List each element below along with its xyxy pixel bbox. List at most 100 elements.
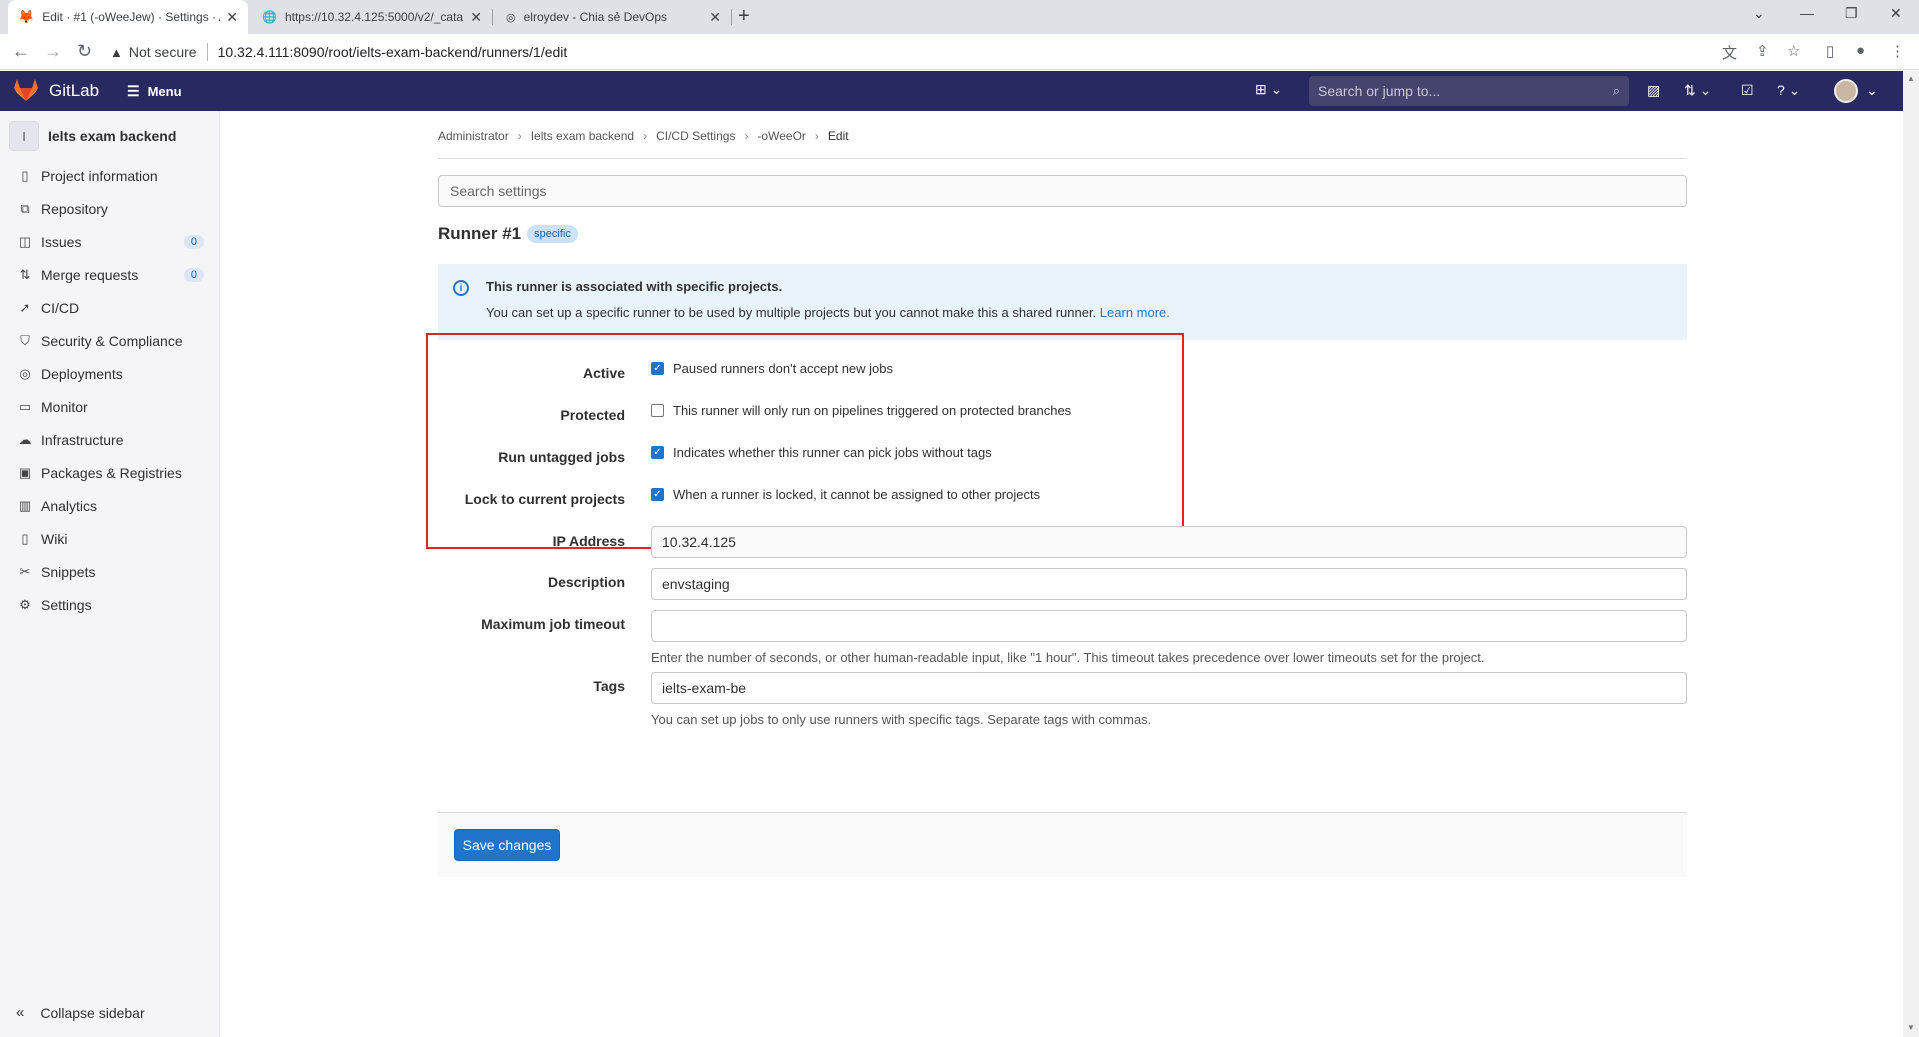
close-window-icon[interactable]: ✕ — [1890, 5, 1902, 22]
description-field[interactable]: envstaging — [651, 568, 1687, 600]
merge-requests-header-icon[interactable]: ⇅ ⌄ — [1684, 82, 1711, 99]
tags-help: You can set up jobs to only use runners … — [651, 712, 1152, 727]
sidebar-item-label: Security & Compliance — [41, 332, 183, 349]
side-panel-icon[interactable]: ▯ — [1826, 42, 1834, 60]
sidebar-item-label: Project information — [41, 167, 158, 184]
issues-icon: ◫ — [18, 233, 32, 249]
breadcrumb-item[interactable]: -oWeeOr — [757, 129, 805, 143]
sidebar-item-merge-requests[interactable]: ⇅ Merge requests 0 — [0, 258, 219, 291]
search-settings-input[interactable]: Search settings — [438, 175, 1687, 207]
breadcrumb-chevron-icon: › — [517, 129, 522, 143]
close-tab-icon[interactable]: ✕ — [226, 9, 238, 26]
breadcrumb-current: Edit — [827, 129, 849, 143]
breadcrumb-item[interactable]: Administrator — [438, 129, 509, 143]
tab-search-chevron-icon[interactable]: ⌄ — [1753, 5, 1765, 22]
new-dropdown-icon[interactable]: ⊞ ⌄ — [1255, 81, 1282, 98]
breadcrumb: Administrator › Ielts exam backend › CI/… — [438, 129, 849, 143]
tags-field[interactable]: ielts-exam-be — [651, 672, 1687, 704]
reload-icon[interactable]: ↻ — [77, 41, 92, 62]
gitlab-logo-icon[interactable] — [14, 79, 38, 101]
close-tab-icon[interactable]: ✕ — [709, 9, 721, 26]
sidebar-item-packages[interactable]: ▣ Packages & Registries — [0, 456, 219, 489]
search-input[interactable]: Search or jump to... ⌕ — [1309, 76, 1629, 106]
sidebar-item-ci-cd[interactable]: ➚ CI/CD — [0, 291, 219, 324]
active-label: Active — [582, 365, 625, 381]
todo-icon[interactable]: ☑ — [1741, 82, 1754, 99]
checkbox-checked-icon[interactable]: ✓ — [651, 362, 664, 375]
kebab-menu-icon[interactable]: ⋮ — [1890, 42, 1905, 60]
max-timeout-field[interactable] — [651, 610, 1687, 642]
close-tab-icon[interactable]: ✕ — [470, 9, 482, 26]
sidebar-item-repository[interactable]: ⧉ Repository — [0, 192, 219, 225]
info-icon: ▯ — [21, 167, 29, 183]
breadcrumb-chevron-icon: › — [744, 129, 749, 143]
help-icon[interactable]: ? ⌄ — [1777, 82, 1800, 99]
issues-header-icon[interactable]: ▨ — [1647, 82, 1660, 99]
share-icon[interactable]: ⇪ — [1756, 42, 1769, 60]
breadcrumb-item[interactable]: Ielts exam backend — [531, 129, 634, 143]
book-icon: ▯ — [21, 530, 29, 546]
project-name: Ielts exam backend — [48, 128, 177, 144]
sidebar-item-settings[interactable]: ⚙ Settings — [0, 588, 219, 621]
lock-checkbox[interactable]: ✓ When a runner is locked, it cannot be … — [651, 487, 1040, 502]
browser-tabstrip: 🦊 Edit · #1 (-oWeeJew) · Settings · A ✕ … — [0, 0, 1919, 34]
minimize-icon[interactable]: — — [1800, 5, 1814, 21]
protected-checkbox[interactable]: This runner will only run on pipelines t… — [651, 403, 1071, 418]
sidebar: I Ielts exam backend ▯ Project informati… — [0, 111, 220, 1037]
alert-body: You can set up a specific runner to be u… — [486, 305, 1170, 320]
description-value: envstaging — [662, 576, 730, 592]
shield-icon: ⛉ — [20, 332, 30, 348]
page-scrollbar[interactable]: ▲ ▼ — [1903, 71, 1919, 1037]
browser-tab[interactable]: 🌐 https://10.32.4.125:5000/v2/_cata ✕ — [252, 0, 492, 34]
browser-tab-active[interactable]: 🦊 Edit · #1 (-oWeeJew) · Settings · A ✕ — [8, 0, 248, 34]
sidebar-project[interactable]: I Ielts exam backend — [9, 121, 214, 151]
sidebar-item-wiki[interactable]: ▯ Wiki — [0, 522, 219, 555]
address-bar[interactable]: ▲ Not secure 10.32.4.111:8090/root/ielts… — [110, 38, 1750, 66]
breadcrumb-item[interactable]: CI/CD Settings — [656, 129, 735, 143]
profile-icon[interactable]: ● — [1856, 42, 1865, 59]
security-label[interactable]: Not secure — [129, 44, 197, 60]
sidebar-item-deployments[interactable]: ◎ Deployments — [0, 357, 219, 390]
back-arrow-icon[interactable]: ← — [12, 41, 30, 62]
sidebar-item-label: Infrastructure — [41, 431, 124, 448]
user-avatar[interactable] — [1834, 79, 1858, 103]
bookmark-star-icon[interactable]: ☆ — [1787, 42, 1800, 60]
sidebar-item-issues[interactable]: ◫ Issues 0 — [0, 225, 219, 258]
checkbox-checked-icon[interactable]: ✓ — [651, 488, 664, 501]
new-tab-icon[interactable]: + — [738, 5, 750, 28]
monitor-icon: ▭ — [18, 398, 32, 414]
scroll-up-icon[interactable]: ▲ — [1907, 74, 1915, 83]
save-changes-button[interactable]: Save changes — [454, 829, 560, 861]
menu-button[interactable]: ☰ Menu — [127, 83, 182, 100]
tab-separator — [731, 9, 732, 25]
avatar-chevron-icon[interactable]: ⌄ — [1866, 82, 1878, 99]
translate-icon[interactable]: ⽂ — [1722, 42, 1737, 63]
browser-tab[interactable]: ◎ elroydev - Chia sẻ DevOps ✕ — [496, 0, 731, 34]
run-untagged-checkbox[interactable]: ✓ Indicates whether this runner can pick… — [651, 445, 992, 460]
checkbox-unchecked-icon[interactable] — [651, 404, 664, 417]
sidebar-item-monitor[interactable]: ▭ Monitor — [0, 390, 219, 423]
scroll-down-icon[interactable]: ▼ — [1907, 1023, 1915, 1032]
sidebar-item-label: Deployments — [41, 365, 123, 382]
runner-type-badge: specific — [527, 225, 578, 243]
tab-separator — [492, 9, 493, 25]
sidebar-item-analytics[interactable]: ▥ Analytics — [0, 489, 219, 522]
sidebar-item-project-information[interactable]: ▯ Project information — [0, 159, 219, 192]
sidebar-item-label: Snippets — [41, 563, 96, 580]
lock-checkbox-text: When a runner is locked, it cannot be as… — [673, 487, 1041, 502]
runner-title: Runner #1 — [438, 224, 522, 243]
search-settings-placeholder: Search settings — [450, 183, 547, 199]
forward-arrow-icon[interactable]: → — [44, 41, 62, 62]
sidebar-item-snippets[interactable]: ✂ Snippets — [0, 555, 219, 588]
checkbox-checked-icon[interactable]: ✓ — [651, 446, 664, 459]
active-checkbox-text: Paused runners don't accept new jobs — [673, 361, 894, 376]
active-checkbox[interactable]: ✓ Paused runners don't accept new jobs — [651, 361, 893, 376]
sidebar-item-security[interactable]: ⛉ Security & Compliance — [0, 324, 219, 357]
restore-icon[interactable]: ❐ — [1845, 5, 1858, 22]
sidebar-item-infrastructure[interactable]: ☁ Infrastructure — [0, 423, 219, 456]
url-text[interactable]: 10.32.4.111:8090/root/ielts-exam-backend… — [218, 44, 568, 60]
learn-more-link[interactable]: Learn more. — [1100, 305, 1170, 320]
gitlab-brand[interactable]: GitLab — [49, 81, 99, 101]
sidebar-item-label: Merge requests — [41, 266, 139, 283]
collapse-sidebar-button[interactable]: « Collapse sidebar — [16, 1004, 145, 1021]
